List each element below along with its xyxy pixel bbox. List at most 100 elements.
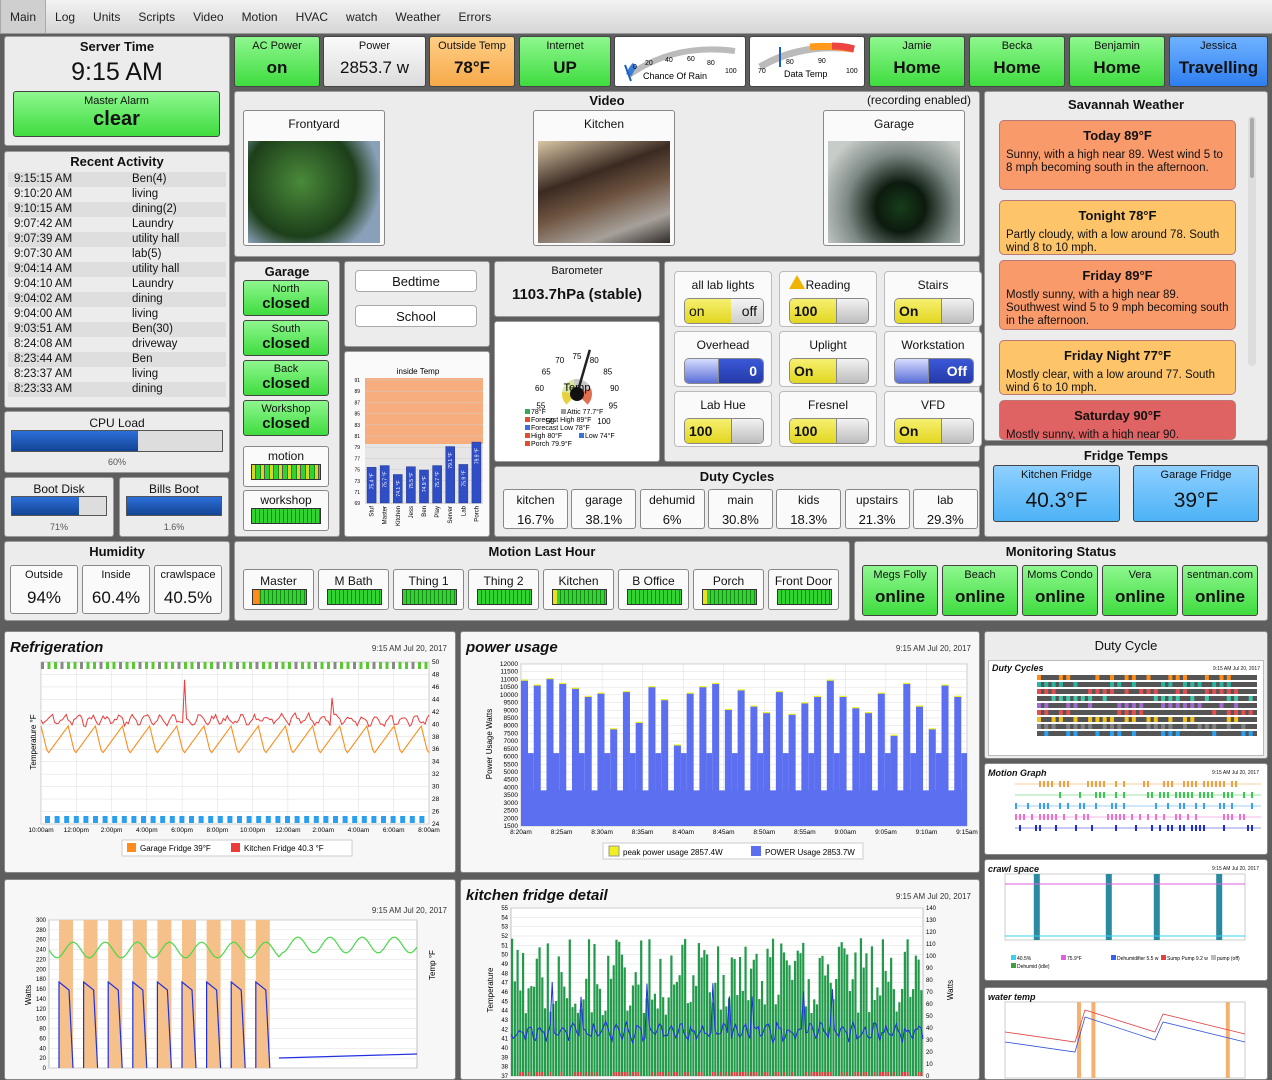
chart-ytick: 45 [501, 999, 508, 1005]
kf-door-mark [892, 1072, 895, 1076]
ac-power-tile[interactable]: AC Power on [234, 36, 320, 87]
chart-ytick: 55 [501, 906, 508, 912]
switch-toggle[interactable]: 100 [789, 418, 869, 444]
duty-value: 6% [662, 512, 682, 527]
chart-ytick: 120 [36, 1007, 47, 1013]
motion-m-bath[interactable]: M Bath [318, 569, 389, 610]
garage-door-workshop[interactable]: Workshop closed [243, 400, 329, 436]
duty-kitchen[interactable]: kitchen 16.7% [503, 489, 568, 529]
tab-log[interactable]: Log [46, 0, 84, 33]
motion-porch[interactable]: Porch [693, 569, 764, 610]
switch-toggle[interactable]: On [894, 298, 974, 324]
person-jamie[interactable]: Jamie Home [869, 36, 965, 87]
duty-dehumid[interactable]: dehumid 6% [639, 489, 705, 529]
power-tile[interactable]: Power 2853.7 w [323, 36, 426, 87]
chart-ytick: 46 [501, 990, 508, 996]
switch-uplight[interactable]: Uplight On [779, 331, 877, 387]
switch-all-lab-lights[interactable]: all lab lights on off [674, 271, 772, 327]
tab-motion[interactable]: Motion [233, 0, 287, 33]
motion-kitchen[interactable]: Kitchen [543, 569, 614, 610]
kitchen-fridge-tile[interactable]: Kitchen Fridge 40.3°F [993, 465, 1120, 522]
monitor-beach[interactable]: Beach online [942, 565, 1018, 616]
person-jessica[interactable]: Jessica Travelling [1169, 36, 1268, 87]
switch-toggle[interactable]: 100 [684, 418, 764, 444]
master-alarm-tile[interactable]: Master Alarm clear [13, 91, 220, 137]
weather-scroll-thumb[interactable] [1250, 118, 1254, 178]
kf-door-mark [574, 1072, 577, 1076]
switch-knob [836, 419, 868, 443]
kf-door-mark [626, 1072, 629, 1076]
chart-ytick: 160 [36, 987, 47, 993]
garage-motion-label: motion [267, 449, 305, 463]
switch-toggle[interactable]: Off [894, 358, 974, 384]
switch-toggle[interactable]: 0 [684, 358, 764, 384]
garage-door-south[interactable]: South closed [243, 320, 329, 356]
outside-temp-tile[interactable]: Outside Temp 78°F [429, 36, 515, 87]
weather-scrollbar[interactable] [1248, 116, 1256, 366]
monitor-vera[interactable]: Vera online [1102, 565, 1178, 616]
switch-fresnel[interactable]: Fresnel 100 [779, 391, 877, 447]
camera-frontyard[interactable]: Frontyard [243, 110, 385, 246]
motion-event [1055, 825, 1057, 831]
duty-segment [1073, 724, 1078, 729]
bedtime-button[interactable]: Bedtime [355, 270, 477, 292]
person-benjamin[interactable]: Benjamin Home [1069, 36, 1165, 87]
tab-weather[interactable]: Weather [386, 0, 449, 33]
tab-errors[interactable]: Errors [450, 0, 501, 33]
duty-kids[interactable]: kids 18.3% [776, 489, 842, 529]
school-button[interactable]: School [355, 305, 477, 327]
tab-hvac[interactable]: HVAC [287, 0, 337, 33]
switch-workstation[interactable]: Workstation Off [884, 331, 982, 387]
duty-segment [1219, 703, 1224, 708]
duty-segment [1161, 696, 1166, 701]
tab-scripts[interactable]: Scripts [129, 0, 184, 33]
switch-lab-hue[interactable]: Lab Hue 100 [674, 391, 772, 447]
duty-upstairs[interactable]: upstairs 21.3% [844, 489, 910, 529]
tab-video[interactable]: Video [184, 0, 232, 33]
motion-b-office[interactable]: B Office [618, 569, 689, 610]
duty-garage[interactable]: garage 38.1% [571, 489, 637, 529]
humidity-crawlspace[interactable]: crawlspace 40.5% [154, 565, 222, 614]
switch-toggle[interactable]: On [894, 418, 974, 444]
duty-lab[interactable]: lab 29.3% [912, 489, 978, 529]
internet-tile[interactable]: Internet UP [519, 36, 611, 87]
monitor-sentman-com[interactable]: sentman.com online [1182, 565, 1258, 616]
monitor-moms-condo[interactable]: Moms Condo online [1022, 565, 1098, 616]
switch-toggle[interactable]: 100 [789, 298, 869, 324]
activity-time: 8:24:08 AM [14, 338, 73, 350]
fridge-value: 39°F [1173, 489, 1219, 512]
person-becka[interactable]: Becka Home [969, 36, 1065, 87]
switch-reading[interactable]: Reading 100 [779, 271, 877, 327]
camera-garage[interactable]: Garage [823, 110, 965, 246]
tab-watch[interactable]: watch [337, 0, 386, 33]
door-state: closed [262, 415, 310, 432]
switch-toggle[interactable]: on off [684, 298, 764, 324]
camera-kitchen[interactable]: Kitchen [533, 110, 675, 246]
kf-door-mark [884, 1072, 887, 1076]
switch-overhead[interactable]: Overhead 0 [674, 331, 772, 387]
humidity-outside[interactable]: Outside 94% [10, 565, 78, 614]
motion-front-door[interactable]: Front Door [768, 569, 839, 610]
motion-event [1123, 814, 1125, 820]
defrost-tick [179, 816, 185, 823]
switch-knob [941, 419, 973, 443]
garage-door-back[interactable]: Back closed [243, 360, 329, 396]
switch-stairs[interactable]: Stairs On [884, 271, 982, 327]
tab-units[interactable]: Units [84, 0, 129, 33]
duty-main[interactable]: main 30.8% [707, 489, 773, 529]
garage-door-north[interactable]: North closed [243, 280, 329, 316]
person-name: Jessica [1200, 40, 1237, 52]
tab-main[interactable]: Main [0, 0, 47, 33]
compressor-tick [184, 662, 187, 669]
monitor-megs-folly[interactable]: Megs Folly online [862, 565, 938, 616]
duty-segment [1234, 696, 1239, 701]
motion-thing-2[interactable]: Thing 2 [468, 569, 539, 610]
humidity-inside[interactable]: Inside 60.4% [82, 565, 150, 614]
kf-ytick2: 70 [926, 990, 933, 996]
motion-master[interactable]: Master [243, 569, 314, 610]
switch-toggle[interactable]: On [789, 358, 869, 384]
motion-event [1191, 825, 1193, 831]
garage-fridge-tile[interactable]: Garage Fridge 39°F [1133, 465, 1259, 522]
switch-vfd[interactable]: VFD On [884, 391, 982, 447]
motion-thing-1[interactable]: Thing 1 [393, 569, 464, 610]
